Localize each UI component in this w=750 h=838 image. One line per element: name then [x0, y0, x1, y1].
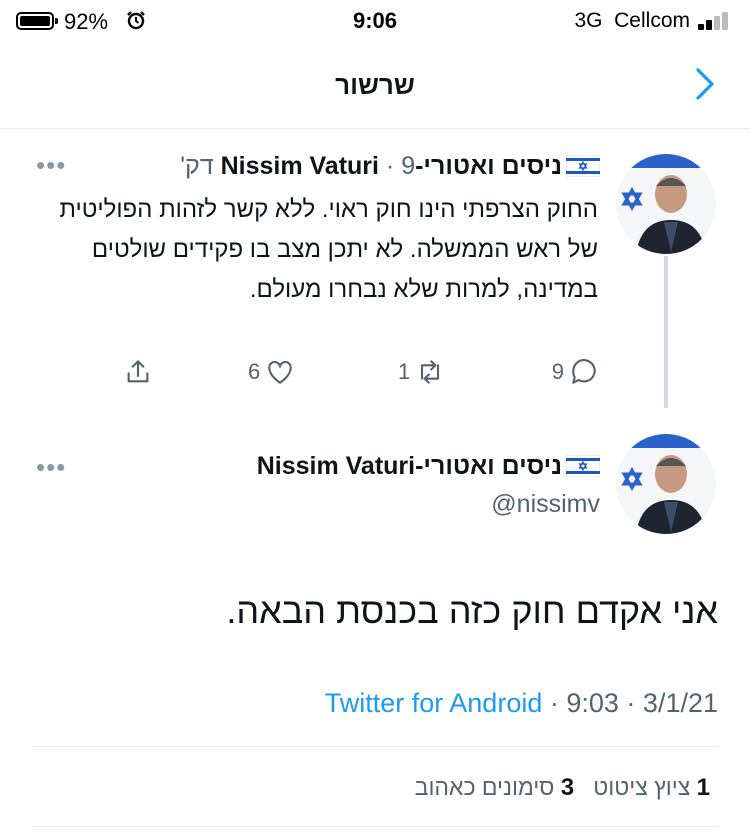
- status-bar: 92% 9:06 3G Cellcom: [0, 0, 750, 42]
- stats-divider: [32, 826, 718, 827]
- back-button[interactable]: [690, 64, 720, 104]
- quote-tweets-count: 1: [696, 774, 710, 801]
- retweet-button[interactable]: 1: [398, 356, 446, 388]
- parent-tweet-text: החוק הצרפתי הינו חוק ראוי. ללא קשר לזהות…: [59, 196, 598, 303]
- main-tweet-header: ניסים ואטורי-Nissim Vaturi: [120, 452, 601, 481]
- avatar[interactable]: [616, 434, 716, 534]
- parent-more-button[interactable]: •••: [36, 150, 66, 181]
- source-link[interactable]: Twitter for Android: [325, 688, 543, 718]
- signal-icon: [698, 10, 730, 30]
- reply-button[interactable]: 9: [552, 356, 600, 388]
- likes-count: 3: [560, 774, 575, 801]
- header-divider: [0, 128, 750, 129]
- chevron-right-icon: [696, 68, 714, 100]
- israel-flag-icon: [565, 454, 601, 478]
- likes-stat[interactable]: 3 סימונים כאהוב: [414, 774, 575, 801]
- meta-divider: [32, 746, 718, 747]
- reply-count: 9: [551, 359, 564, 384]
- like-count: 6: [248, 359, 261, 384]
- thread-connector: [664, 256, 668, 408]
- like-button[interactable]: 6: [248, 356, 296, 388]
- avatar[interactable]: [616, 154, 716, 254]
- retweet-icon: [421, 360, 440, 384]
- heart-icon: [268, 360, 292, 384]
- carrier-label: 3G Cellcom: [574, 9, 690, 33]
- share-button[interactable]: [122, 356, 154, 388]
- retweet-count: 1: [398, 359, 411, 384]
- page-title: שרשור: [335, 70, 415, 100]
- main-tweet-text: אני אקדם חוק כזה בכנסת הבאה.: [226, 590, 718, 631]
- main-handle[interactable]: @nissimv: [491, 490, 600, 519]
- main-display-name[interactable]: ניסים ואטורי-Nissim Vaturi: [257, 452, 562, 480]
- quote-tweets-label: ציוץ ציטוט: [593, 774, 691, 800]
- main-more-button[interactable]: •••: [36, 452, 66, 483]
- likes-label: סימונים כאהוב: [414, 774, 555, 800]
- israel-flag-icon: [565, 154, 601, 178]
- engagement-stats: 1 ציוץ ציטוט 3 סימונים כאהוב: [415, 774, 710, 802]
- tweet-date: 3/1/21: [642, 688, 718, 718]
- share-icon: [127, 360, 149, 383]
- parent-tweet-header: ניסים ואטורי-Nissim Vaturi · 9 דק': [120, 152, 601, 181]
- reply-icon: [572, 359, 596, 384]
- network-type: 3G: [574, 9, 603, 32]
- tweet-time: 9:03: [566, 688, 619, 718]
- carrier-name: Cellcom: [614, 9, 690, 32]
- quote-tweets-stat[interactable]: 1 ציוץ ציטוט: [593, 774, 710, 801]
- tweet-meta-line: Twitter for Android · 9:03 · 3/1/21: [324, 688, 718, 718]
